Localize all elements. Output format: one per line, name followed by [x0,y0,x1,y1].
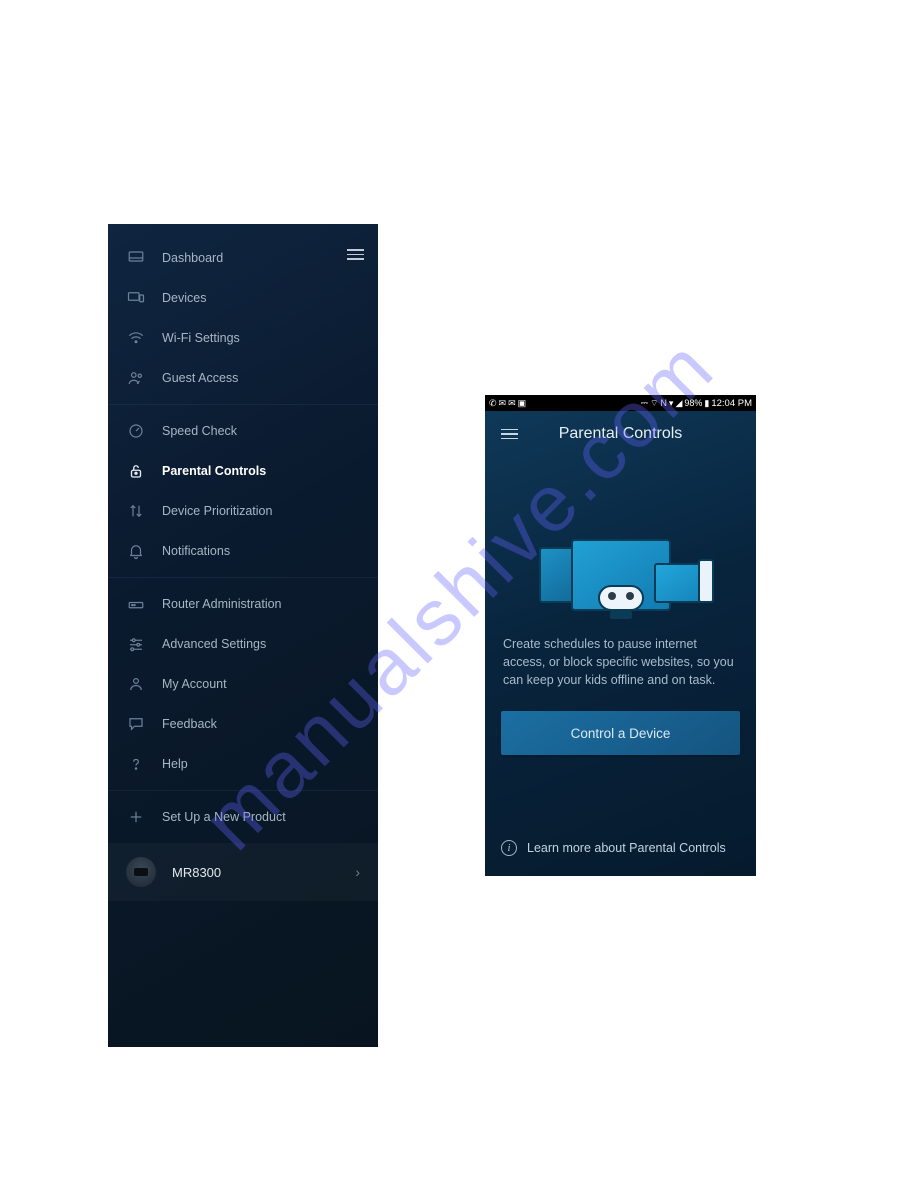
game-controller-icon [598,585,644,611]
sidebar-item-label: Devices [162,291,206,305]
device-row[interactable]: MR8300 › [108,843,378,901]
control-device-button[interactable]: Control a Device [501,711,740,755]
lock-icon [126,461,146,481]
battery-percent: 98% [684,399,702,408]
status-left-icons: ✆ ✉ ✉ ▣ [489,399,526,408]
info-icon: i [501,840,517,856]
parental-description: Create schedules to pause internet acces… [485,635,756,689]
nfc-icon: N [660,399,667,408]
sidebar-item-setup-new-product[interactable]: Set Up a New Product [108,797,378,837]
sidebar-item-speed-check[interactable]: Speed Check [108,411,378,451]
sidebar-item-wifi-settings[interactable]: Wi-Fi Settings [108,318,378,358]
sidebar-item-label: My Account [162,677,227,691]
sidebar-item-devices[interactable]: Devices [108,278,378,318]
wifi-icon [126,328,146,348]
sidebar-item-label: Device Prioritization [162,504,272,518]
sidebar-item-dashboard[interactable]: Dashboard [108,238,378,278]
feedback-icon [126,714,146,734]
learn-more-link[interactable]: i Learn more about Parental Controls [501,840,740,856]
sidebar-item-label: Notifications [162,544,230,558]
menu-divider [108,790,378,791]
sidebar-item-label: Dashboard [162,251,223,265]
priority-icon [126,501,146,521]
battery-small-icon: ⎓ [641,399,648,408]
sidebar-item-guest-access[interactable]: Guest Access [108,358,378,398]
battery-icon: ▮ [704,399,709,408]
phone-icon [698,559,714,603]
app-icon: ▣ [518,399,527,408]
sidebar-item-label: Advanced Settings [162,637,266,651]
hamburger-icon[interactable] [347,246,364,263]
help-icon [126,754,146,774]
sliders-icon [126,634,146,654]
sidebar-item-parental-controls[interactable]: Parental Controls [108,451,378,491]
mail-icon: ✉ [508,399,516,408]
menu-divider [108,404,378,405]
menu-divider [108,577,378,578]
sidebar-item-notifications[interactable]: Notifications [108,531,378,571]
sidebar-item-help[interactable]: Help [108,744,378,784]
page-title: Parental Controls [501,425,740,443]
account-icon [126,674,146,694]
sidebar-item-label: Parental Controls [162,464,266,478]
signal-icon: ◢ [675,399,682,408]
sidebar-item-label: Speed Check [162,424,237,438]
device-name-label: MR8300 [172,865,355,880]
dashboard-icon [126,248,146,268]
sidebar-item-label: Router Administration [162,597,282,611]
wifi-status-icon: ▾ [669,399,674,408]
sidebar-menu: Dashboard Devices Wi-Fi Settings Guest A… [108,224,378,901]
sidebar-item-advanced-settings[interactable]: Advanced Settings [108,624,378,664]
device-thumbnail-icon [126,857,156,887]
bell-icon [126,541,146,561]
sidebar-item-feedback[interactable]: Feedback [108,704,378,744]
chevron-right-icon: › [355,864,360,880]
sidebar-item-my-account[interactable]: My Account [108,664,378,704]
screen-header: Parental Controls [485,411,756,461]
status-right-icons: ⎓ ⌔ N ▾ ◢ 98% ▮ 12:04 PM [641,398,752,409]
guest-icon [126,368,146,388]
bluetooth-icon: ⌔ [650,399,658,408]
android-status-bar: ✆ ✉ ✉ ▣ ⎓ ⌔ N ▾ ◢ 98% ▮ 12:04 PM [485,395,756,411]
devices-illustration [485,471,756,611]
sidebar-item-device-prioritization[interactable]: Device Prioritization [108,491,378,531]
sidebar-item-label: Wi-Fi Settings [162,331,240,345]
router-icon [126,594,146,614]
sidebar-item-label: Help [162,757,188,771]
sidebar-item-label: Set Up a New Product [162,810,286,824]
sidebar-item-label: Guest Access [162,371,238,385]
status-time: 12:04 PM [711,398,752,409]
sidebar-item-label: Feedback [162,717,217,731]
sidebar-panel: Dashboard Devices Wi-Fi Settings Guest A… [108,224,378,1047]
sidebar-item-router-administration[interactable]: Router Administration [108,584,378,624]
plus-icon [126,807,146,827]
parental-controls-screen: ✆ ✉ ✉ ▣ ⎓ ⌔ N ▾ ◢ 98% ▮ 12:04 PM Parenta… [485,395,756,876]
devices-icon [126,288,146,308]
message-icon: ✉ [499,399,507,408]
phone-icon: ✆ [489,399,497,408]
learn-more-label: Learn more about Parental Controls [527,841,726,855]
speed-icon [126,421,146,441]
